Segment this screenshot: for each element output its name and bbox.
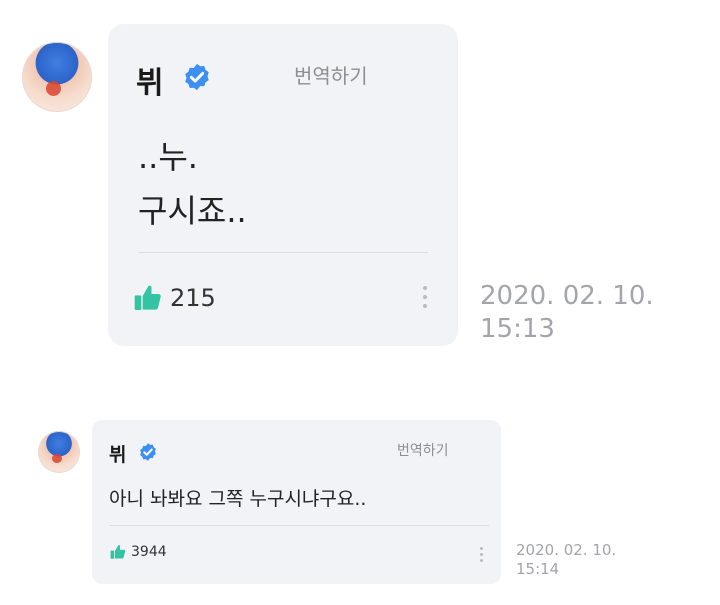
comment-text-line: 아니 놔봐요 그쪽 누구시냐구요.. bbox=[109, 488, 367, 510]
comment-card: 뷔 번역하기 ..누. 구시죠.. 215 bbox=[108, 24, 458, 346]
comment-author[interactable]: 뷔 bbox=[109, 440, 126, 467]
timestamp: 2020. 02. 10. 15:14 bbox=[516, 541, 616, 579]
timestamp-time: 15:13 bbox=[480, 313, 555, 344]
like-count: 215 bbox=[170, 284, 216, 312]
timestamp: 2020. 02. 10. 15:13 bbox=[480, 280, 654, 345]
comment-text-line: 구시죠.. bbox=[138, 192, 247, 230]
timestamp-time: 15:14 bbox=[516, 559, 560, 578]
comment-card: 뷔 번역하기 아니 놔봐요 그쪽 누구시냐구요.. 3944 bbox=[92, 420, 501, 584]
translate-button[interactable]: 번역하기 bbox=[294, 60, 368, 89]
translate-button[interactable]: 번역하기 bbox=[397, 440, 449, 460]
comment-text-line: ..누. bbox=[138, 138, 198, 176]
avatar[interactable] bbox=[22, 42, 92, 112]
like-button[interactable]: 3944 bbox=[109, 543, 167, 561]
divider bbox=[109, 525, 489, 526]
timestamp-date: 2020. 02. 10. bbox=[516, 541, 617, 559]
comment-author[interactable]: 뷔 bbox=[136, 58, 164, 102]
avatar[interactable] bbox=[38, 431, 80, 473]
like-button[interactable]: 215 bbox=[132, 282, 216, 314]
thumbs-up-icon bbox=[110, 545, 126, 559]
like-count: 3944 bbox=[131, 544, 167, 560]
verified-badge-icon bbox=[140, 443, 156, 461]
timestamp-date: 2020. 02. 10. bbox=[480, 281, 654, 311]
divider bbox=[138, 252, 428, 253]
more-vertical-icon[interactable] bbox=[478, 547, 484, 565]
more-vertical-icon[interactable] bbox=[420, 286, 430, 313]
verified-badge-icon bbox=[185, 63, 209, 91]
thumbs-up-icon bbox=[134, 285, 161, 310]
